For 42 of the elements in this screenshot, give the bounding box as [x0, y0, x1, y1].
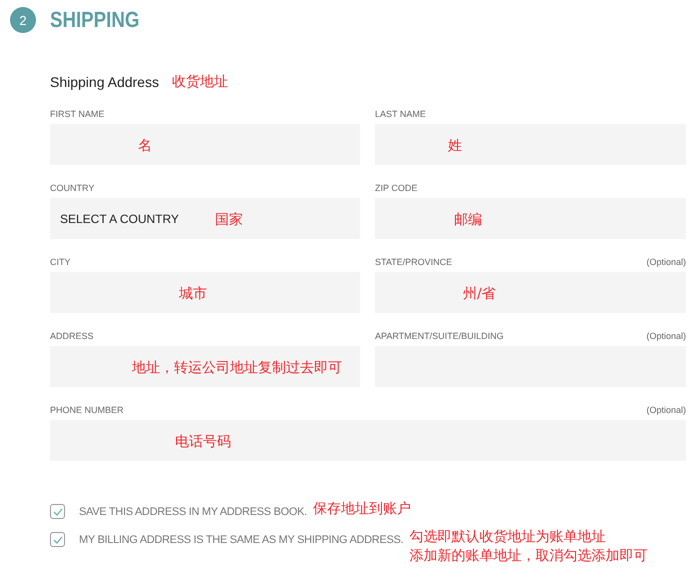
input-field[interactable]: 城市 [50, 272, 360, 313]
input-field[interactable]: 邮编 [375, 198, 686, 239]
checkbox-label: MY BILLING ADDRESS IS THE SAME AS MY SHIPPING ADDRESS. [79, 533, 404, 548]
checkbox[interactable] [50, 532, 65, 547]
field-label: LAST NAME [375, 109, 426, 119]
annotation: 名 [138, 136, 152, 154]
checkbox-label: SAVE THIS ADDRESS IN MY ADDRESS BOOK. [79, 505, 307, 520]
step-number: 2 [10, 7, 36, 33]
select-field[interactable]: SELECT A COUNTRY 国家 [50, 198, 360, 239]
input-field[interactable]: 名 [50, 124, 360, 165]
annotation: 添加新的账单地址，取消勾选添加即可 [409, 547, 648, 565]
annotation: 邮编 [454, 210, 482, 228]
annotation: 勾选即默认收货地址为账单地址 [409, 528, 606, 546]
annotation: 地址，转运公司地址复制过去即可 [132, 358, 342, 376]
annotation: 城市 [179, 284, 207, 302]
optional-label: (Optional) [646, 257, 686, 267]
annotation: 国家 [215, 210, 243, 228]
check-icon [52, 508, 62, 516]
field-label: ADDRESS [50, 331, 94, 341]
annotation: 州/省 [463, 284, 496, 302]
optional-label: (Optional) [646, 405, 686, 415]
annotation: 姓 [448, 136, 462, 154]
optional-label: (Optional) [646, 331, 686, 341]
field-label: STATE/PROVINCE [375, 257, 452, 267]
input-field[interactable]: 电话号码 [50, 420, 686, 461]
section-title: Shipping Address [50, 74, 159, 90]
input-field[interactable]: 州/省 [375, 272, 686, 313]
check-icon [52, 536, 62, 544]
field-label: ZIP CODE [375, 183, 418, 193]
annotation: 电话号码 [175, 432, 231, 450]
field-label: FIRST NAME [50, 109, 104, 119]
field-label: PHONE NUMBER [50, 405, 124, 415]
select-value: SELECT A COUNTRY [60, 212, 179, 226]
checkbox[interactable] [50, 504, 65, 519]
field-label: CITY [50, 257, 71, 267]
annotation: 保存地址到账户 [312, 500, 411, 518]
field-label: COUNTRY [50, 183, 94, 193]
annotation: 收货地址 [172, 73, 228, 91]
input-field[interactable]: 姓 [375, 124, 686, 165]
input-field[interactable]: 地址，转运公司地址复制过去即可 [50, 346, 360, 387]
step-title: SHIPPING [50, 7, 140, 33]
field-label: APARTMENT/SUITE/BUILDING [375, 331, 504, 341]
